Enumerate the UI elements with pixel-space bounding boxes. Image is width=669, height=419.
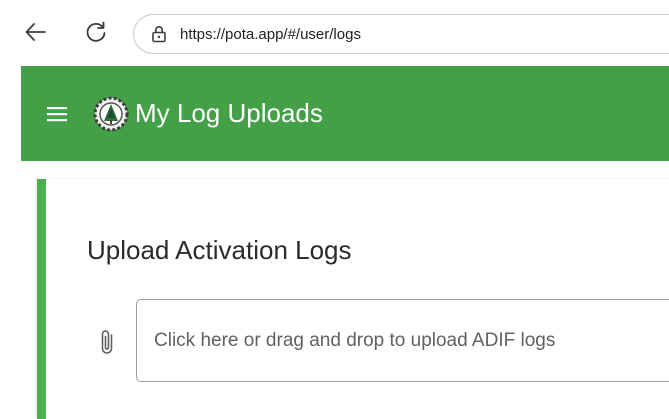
upload-placeholder: Click here or drag and drop to upload AD…	[154, 329, 556, 351]
adif-upload-field[interactable]: Click here or drag and drop to upload AD…	[136, 299, 669, 382]
page-title: My Log Uploads	[135, 98, 323, 128]
menu-button[interactable]	[45, 102, 69, 126]
address-bar[interactable]: https://pota.app/#/user/logs	[133, 14, 669, 54]
lock-icon[interactable]	[150, 24, 168, 44]
browser-toolbar: https://pota.app/#/user/logs	[0, 0, 669, 66]
app-header: My Log Uploads	[21, 66, 669, 161]
hamburger-menu-icon	[47, 106, 67, 121]
reload-icon	[86, 21, 106, 42]
reload-button[interactable]	[78, 14, 114, 50]
url-text[interactable]: https://pota.app/#/user/logs	[180, 26, 361, 43]
back-button[interactable]	[18, 14, 54, 50]
pota-logo[interactable]	[91, 94, 131, 134]
paperclip-icon[interactable]	[95, 327, 119, 357]
main-content: Upload Activation Logs Click here or dra…	[21, 161, 669, 419]
card-title: Upload Activation Logs	[87, 235, 352, 265]
arrow-left-icon	[25, 23, 46, 41]
upload-card: Upload Activation Logs Click here or dra…	[37, 179, 669, 419]
